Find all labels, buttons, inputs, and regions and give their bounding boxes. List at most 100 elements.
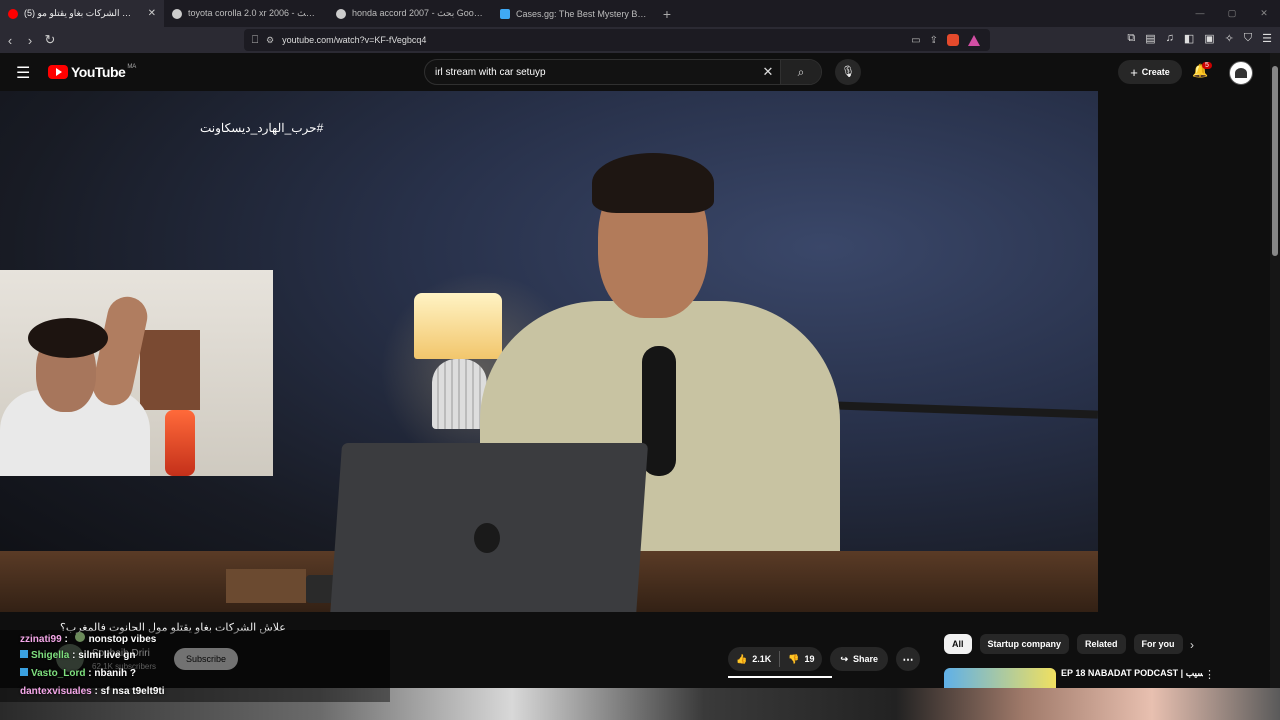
youtube-play-icon: [48, 65, 68, 79]
video-hashtag[interactable]: #حرب_الهارد_ديسكاونت: [200, 121, 323, 135]
lamp-base: [432, 359, 487, 429]
create-button[interactable]: + Create: [1118, 60, 1182, 84]
account-avatar[interactable]: [1229, 61, 1253, 85]
new-tab-button[interactable]: +: [656, 6, 678, 22]
chat-message: zzinati99 : nonstop vibes: [20, 632, 157, 645]
brave-shields-icon[interactable]: [947, 34, 959, 46]
leo-icon[interactable]: ✧: [1225, 32, 1234, 45]
youtube-header: ☰ YouTube MA irl stream with car setuyp …: [0, 53, 1270, 91]
search-box[interactable]: irl stream with car setuyp ✕ ⌕: [424, 59, 822, 85]
url-bar[interactable]: ⎕ ⚙ youtube.com/watch?v=KF-fVegbcq4 ▭ ⇪: [244, 29, 990, 51]
like-count: 2.1K: [752, 654, 772, 664]
share-button[interactable]: ↪ Share: [830, 647, 889, 671]
tab-label: honda accord 2007 - بحث Google: [352, 8, 484, 18]
like-button[interactable]: 👍 2.1K: [728, 647, 779, 671]
chat-message: dantexvisuales : sf nsa t9elt9ti: [20, 686, 165, 697]
tab-honda-search[interactable]: honda accord 2007 - بحث Google: [328, 0, 492, 27]
youtube-favicon-icon: [8, 8, 18, 19]
apple-logo-icon: [474, 523, 500, 553]
chips-next-icon[interactable]: ›: [1190, 638, 1194, 652]
tab-youtube-video[interactable]: (5) علاش الشركات بغاو يقتلو مو ✕: [0, 0, 164, 27]
google-favicon-icon: [172, 8, 182, 19]
streamer-webcam: [0, 270, 273, 476]
recommended-menu-icon[interactable]: ⋮: [1204, 668, 1215, 681]
chat-message: Shigella : silmi live gn: [20, 650, 136, 661]
cam-shelf: [140, 330, 200, 410]
right-gutter: [1098, 91, 1270, 612]
browser-tab-strip: (5) علاش الشركات بغاو يقتلو مو ✕ toyota …: [0, 0, 1280, 27]
maximize-icon[interactable]: ▢: [1216, 0, 1248, 27]
plus-icon: +: [1130, 64, 1138, 80]
chat-username: zzinati99: [20, 634, 62, 645]
chip-related[interactable]: Related: [1077, 634, 1126, 654]
chip-all[interactable]: All: [944, 634, 972, 654]
more-actions-button[interactable]: ⋯: [896, 647, 921, 671]
reader-icon[interactable]: ▤: [1145, 32, 1155, 45]
dislike-button[interactable]: 👎 19: [780, 647, 822, 671]
tab-toyota-search[interactable]: toyota corolla 2.0 xr 2006 - بحث Goo: [164, 0, 328, 27]
thumbs-down-icon: 👎: [788, 653, 800, 664]
chat-text: silmi live gn: [78, 650, 136, 661]
more-icon: ⋯: [902, 653, 914, 666]
chat-emote-icon: [74, 632, 85, 642]
guide-menu-icon[interactable]: ☰: [16, 63, 30, 83]
recommended-thumbnail[interactable]: [944, 668, 1056, 688]
window-controls: — ▢ ✕: [1184, 0, 1280, 27]
wallet-icon[interactable]: ▣: [1204, 32, 1214, 45]
media-icon[interactable]: ♫: [1166, 32, 1174, 45]
search-button[interactable]: ⌕: [780, 60, 821, 84]
youtube-wordmark: YouTube: [71, 64, 126, 80]
url-actions: ▭ ⇪: [911, 34, 980, 46]
like-ratio-bar: [728, 676, 832, 678]
sidebar-icon[interactable]: ◧: [1184, 32, 1194, 45]
lamp-shade: [414, 293, 502, 359]
forward-icon[interactable]: ›: [20, 33, 40, 48]
chat-badge-icon: [20, 668, 28, 676]
clear-search-icon[interactable]: ✕: [756, 64, 780, 80]
chat-username: dantexvisuales: [20, 686, 92, 697]
share-icon: ↪: [840, 653, 849, 664]
thumbs-up-icon: 👍: [736, 653, 748, 664]
scrollbar-thumb[interactable]: [1272, 66, 1278, 256]
chat-badge-icon: [20, 650, 28, 658]
browser-menu-icon[interactable]: ☰: [1262, 32, 1272, 45]
chat-text: sf nsa t9elt9ti: [100, 686, 165, 697]
presenter-hair: [592, 153, 714, 213]
streamer-hair: [28, 318, 108, 358]
chat-username: Vasto_Lord: [31, 668, 86, 679]
vpn-icon[interactable]: ⛉: [1244, 32, 1252, 45]
country-code: MA: [127, 64, 137, 70]
back-icon[interactable]: ‹: [0, 33, 20, 48]
tab-label: toyota corolla 2.0 xr 2006 - بحث Goo: [188, 8, 320, 18]
recommended-title[interactable]: EP 18 NABADAT PODCAST | سيب: [1061, 668, 1203, 679]
voice-search-button[interactable]: 🎙: [835, 59, 861, 85]
bookmark-icon[interactable]: ⎕: [244, 34, 266, 47]
chip-for-you[interactable]: For you: [1133, 634, 1183, 654]
tab-cases-gg[interactable]: Cases.gg: The Best Mystery Box Site: [492, 0, 656, 27]
close-tab-icon[interactable]: ✕: [148, 8, 156, 19]
google-favicon-icon: [336, 8, 346, 19]
like-dislike-group: 👍 2.1K 👎 19: [728, 647, 823, 671]
cases-favicon-icon: [500, 8, 510, 19]
tab-label: (5) علاش الشركات بغاو يقتلو مو: [24, 8, 142, 18]
dislike-count: 19: [804, 654, 815, 664]
notification-count-badge: 5: [1202, 62, 1212, 69]
chat-message: Vasto_Lord : nbanih ?: [20, 668, 136, 679]
extensions-icon[interactable]: ⧉: [1127, 32, 1135, 45]
reload-icon[interactable]: ↻: [40, 32, 60, 48]
site-info-icon[interactable]: ⚙: [266, 35, 274, 46]
brave-rewards-icon[interactable]: [968, 34, 980, 46]
share-page-icon[interactable]: ⇪: [930, 35, 938, 46]
address-toolbar: ‹ › ↻ ⎕ ⚙ youtube.com/watch?v=KF-fVegbcq…: [0, 27, 1280, 53]
url-text: youtube.com/watch?v=KF-fVegbcq4: [282, 35, 427, 45]
search-input[interactable]: irl stream with car setuyp: [435, 67, 756, 78]
youtube-logo[interactable]: YouTube MA: [48, 64, 136, 80]
chip-startup-company[interactable]: Startup company: [979, 634, 1070, 654]
cam-red-light: [165, 410, 195, 476]
chat-username: Shigella: [31, 650, 70, 661]
close-window-icon[interactable]: ✕: [1248, 0, 1280, 27]
create-label: Create: [1141, 67, 1170, 77]
tab-label: Cases.gg: The Best Mystery Box Site: [516, 8, 648, 19]
cast-icon[interactable]: ▭: [911, 35, 920, 46]
minimize-icon[interactable]: —: [1184, 0, 1216, 27]
